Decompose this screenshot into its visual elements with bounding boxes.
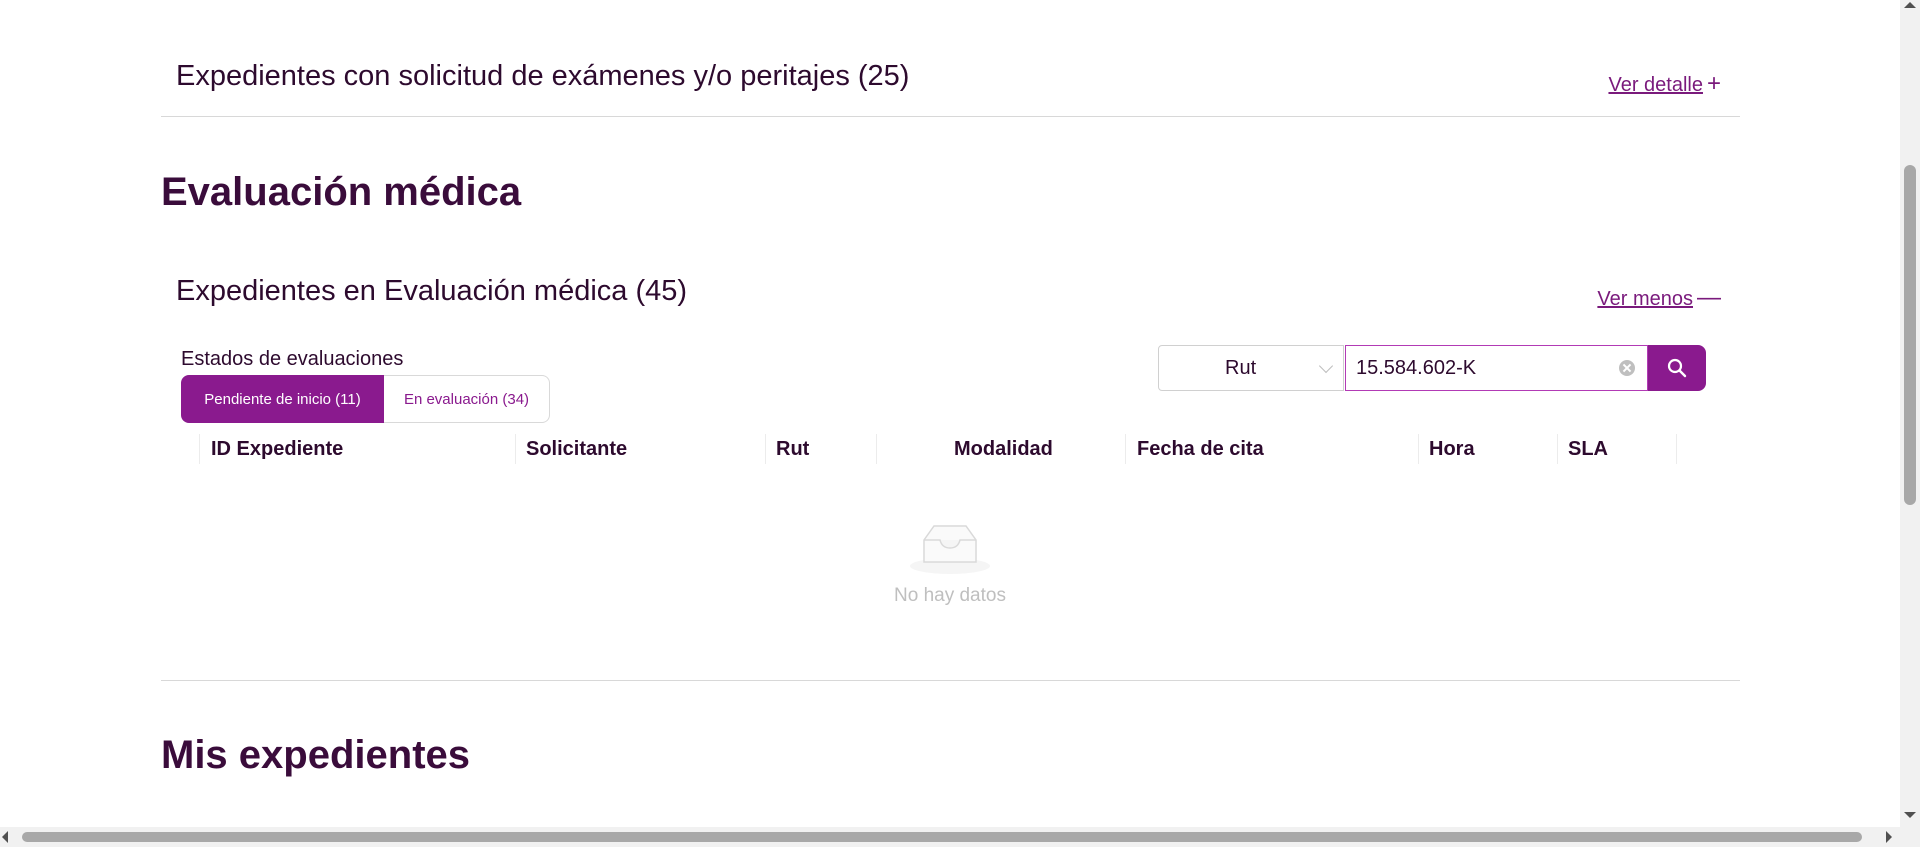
vertical-scrollbar-thumb[interactable]	[1904, 165, 1916, 505]
column-fecha-de-cita[interactable]: Fecha de cita	[1137, 438, 1264, 461]
column-id-expediente[interactable]: ID Expediente	[211, 438, 343, 461]
tab-pendiente-de-inicio[interactable]: Pendiente de inicio (11)	[181, 375, 384, 423]
chevron-down-icon	[1318, 358, 1334, 374]
section-row-examenes: Expedientes con solicitud de exámenes y/…	[161, 38, 1740, 117]
clear-icon[interactable]	[1619, 360, 1635, 376]
column-modalidad[interactable]: Modalidad	[954, 438, 1053, 461]
search-button[interactable]	[1648, 345, 1706, 391]
search-icon	[1667, 358, 1687, 378]
states-label: Estados de evaluaciones	[181, 348, 404, 370]
horizontal-scrollbar-thumb[interactable]	[22, 832, 1862, 842]
vertical-scrollbar[interactable]	[1900, 0, 1920, 827]
scroll-down-arrow-icon[interactable]	[1904, 812, 1916, 818]
ver-menos-label: Ver menos	[1597, 288, 1693, 310]
column-separator	[515, 434, 516, 464]
scroll-left-arrow-icon[interactable]	[2, 831, 8, 843]
section-row-title: Expedientes en Evaluación médica (45)	[176, 275, 688, 307]
column-hora[interactable]: Hora	[1429, 438, 1475, 461]
main-content: Expedientes con solicitud de exámenes y/…	[0, 0, 1900, 827]
empty-state-text: No hay datos	[894, 585, 1006, 606]
column-rut[interactable]: Rut	[776, 438, 809, 461]
column-separator	[876, 434, 877, 464]
search-input-wrapper	[1345, 345, 1648, 391]
previous-section-heading-clipped	[161, 0, 172, 15]
plus-icon: +	[1706, 70, 1721, 97]
column-separator	[1557, 434, 1558, 464]
search-input[interactable]	[1356, 354, 1616, 382]
minus-icon: —	[1697, 284, 1721, 311]
column-separator	[1676, 434, 1677, 464]
tab-en-evaluacion[interactable]: En evaluación (34)	[384, 375, 550, 423]
column-separator	[1125, 434, 1126, 464]
search-filter-value: Rut	[1225, 357, 1257, 379]
page: Expedientes con solicitud de exámenes y/…	[0, 0, 1920, 847]
ver-detalle-label: Ver detalle	[1608, 74, 1703, 96]
column-sla[interactable]: SLA	[1568, 438, 1608, 461]
empty-inbox-icon	[910, 525, 990, 574]
scroll-right-arrow-icon[interactable]	[1886, 831, 1892, 843]
column-separator	[199, 434, 200, 464]
column-separator	[765, 434, 766, 464]
horizontal-scrollbar[interactable]	[0, 827, 1920, 847]
column-solicitante[interactable]: Solicitante	[526, 438, 627, 461]
ver-menos-link[interactable]: Ver menos —	[1597, 284, 1721, 312]
scroll-up-arrow-icon[interactable]	[1904, 2, 1916, 8]
column-separator	[1418, 434, 1419, 464]
evaluacion-medica-heading: Evaluación médica	[161, 170, 522, 214]
mis-expedientes-heading: Mis expedientes	[161, 733, 471, 777]
search-filter-select[interactable]: Rut	[1158, 345, 1344, 391]
section-row-title: Expedientes con solicitud de exámenes y/…	[176, 60, 910, 92]
table-header: ID Expediente Solicitante Rut Modalidad …	[199, 430, 1677, 470]
empty-state: No hay datos	[880, 520, 1020, 607]
ver-detalle-link[interactable]: Ver detalle +	[1608, 70, 1721, 98]
